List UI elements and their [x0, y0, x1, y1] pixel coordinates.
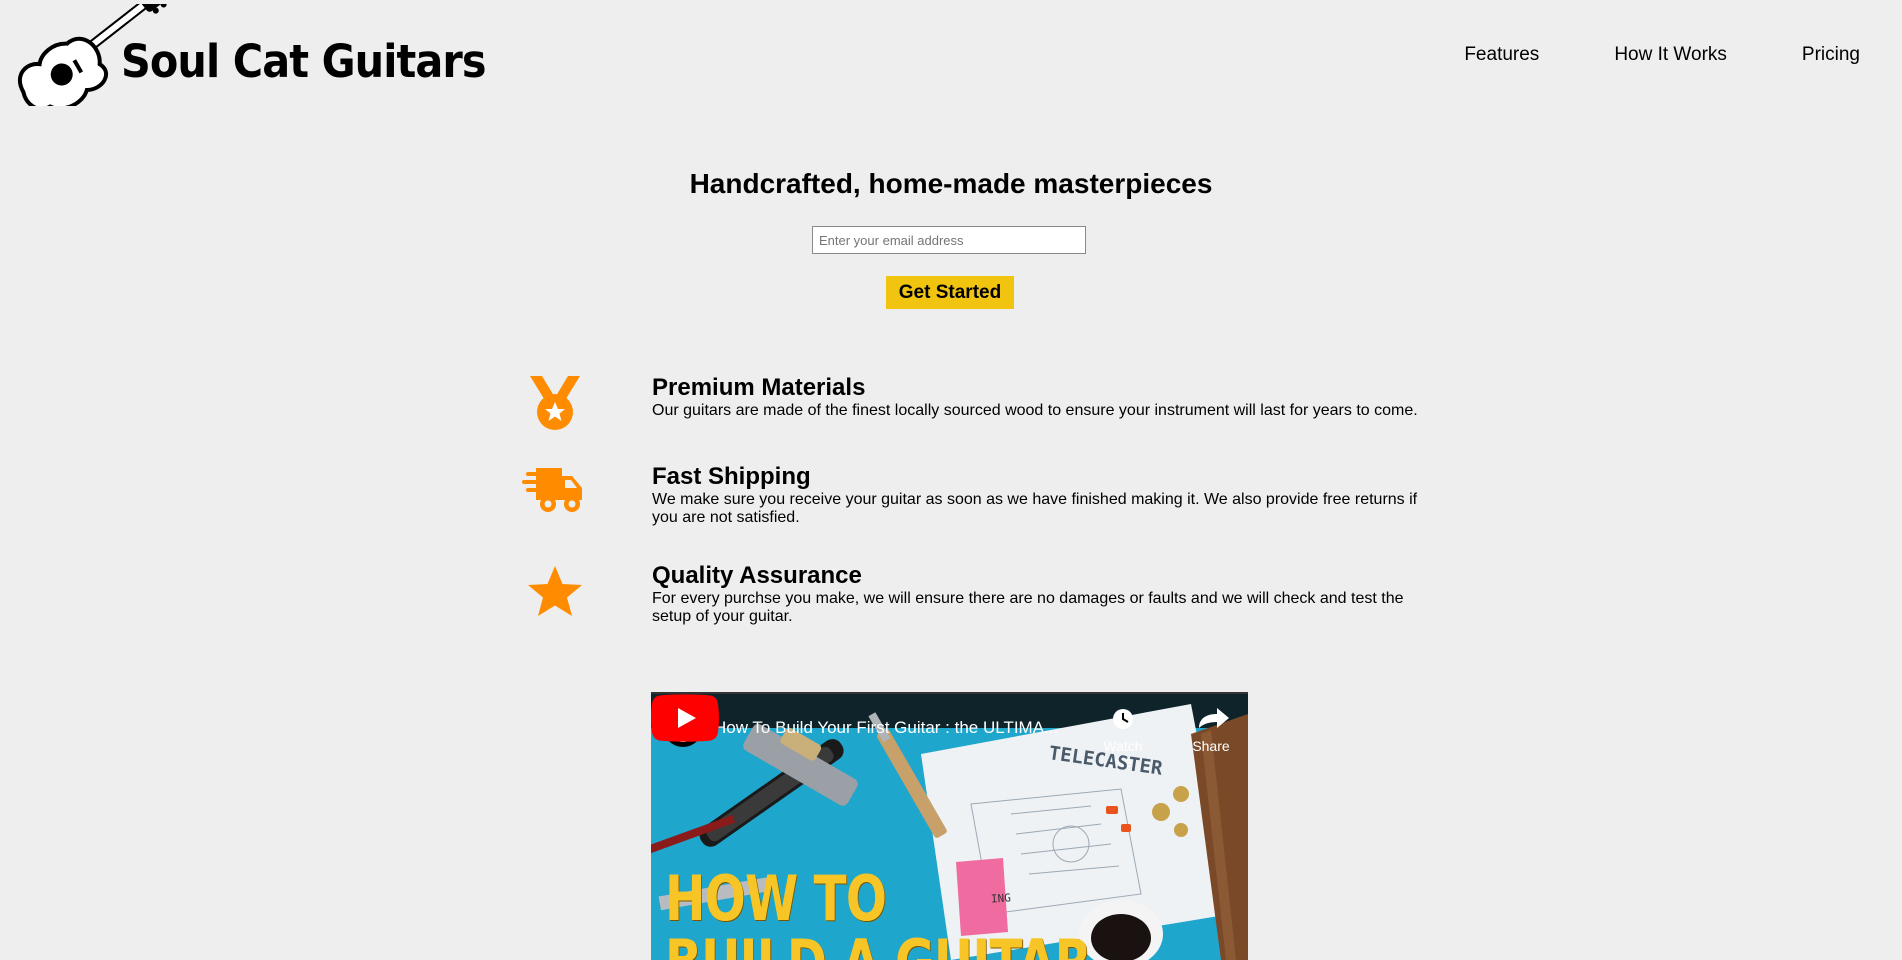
hero-title: Handcrafted, home-made masterpieces — [689, 168, 1213, 199]
play-button-icon[interactable] — [651, 694, 719, 742]
star-icon — [520, 562, 590, 622]
site-header: Soul Cat Guitars Features How It Works P… — [0, 0, 1902, 110]
medal-icon — [520, 374, 590, 434]
feature-title: Premium Materials — [652, 374, 866, 401]
hero-section: Handcrafted, home-made masterpieces — [0, 168, 1902, 200]
nav-link-pricing[interactable]: Pricing — [1802, 44, 1860, 66]
get-started-button[interactable]: Get Started — [886, 276, 1014, 309]
main-nav: Features How It Works Pricing — [1389, 44, 1860, 66]
thumbnail-text-line1: HOW TO — [665, 862, 887, 935]
nav-link-how-it-works[interactable]: How It Works — [1614, 44, 1727, 66]
feature-title: Fast Shipping — [652, 463, 811, 490]
feature-text: For every purchse you make, we will ensu… — [652, 590, 1404, 625]
video-embed[interactable]: How To Build Your First Guitar : the ULT… — [651, 692, 1248, 960]
share-button[interactable]: Share — [1186, 738, 1236, 754]
nav-link-features[interactable]: Features — [1464, 44, 1539, 66]
email-input[interactable] — [812, 226, 1086, 254]
video-title[interactable]: How To Build Your First Guitar : the ULT… — [714, 718, 1058, 738]
shipping-truck-icon — [520, 462, 590, 522]
brand-logo[interactable]: Soul Cat Guitars — [8, 4, 486, 106]
thumbnail-text-line2: BUILD A GUITAR — [665, 926, 1092, 960]
feature-text: We make sure you receive your guitar as … — [652, 491, 1418, 526]
brand-name: Soul Cat Guitars — [121, 35, 486, 88]
sticky-note-text: ING — [990, 891, 1012, 906]
feature-text: Our guitars are made of the finest local… — [652, 402, 1418, 419]
feature-title: Quality Assurance — [652, 562, 862, 589]
